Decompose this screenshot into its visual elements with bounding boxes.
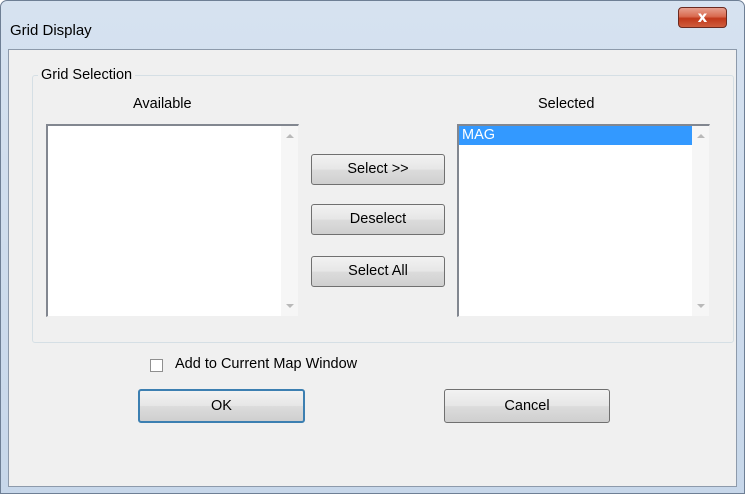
available-scrollbar[interactable]: [281, 126, 298, 316]
deselect-button[interactable]: Deselect: [311, 204, 445, 235]
grid-display-dialog: Grid Display x Grid Selection Available …: [0, 0, 745, 494]
list-item[interactable]: MAG: [459, 126, 692, 145]
scroll-down-icon[interactable]: [286, 304, 294, 308]
cancel-button[interactable]: Cancel: [444, 389, 610, 423]
available-list[interactable]: [46, 124, 299, 317]
select-button[interactable]: Select >>: [311, 154, 445, 185]
scroll-up-icon[interactable]: [697, 134, 705, 138]
ok-button[interactable]: OK: [138, 389, 305, 423]
scroll-up-icon[interactable]: [286, 134, 294, 138]
close-button[interactable]: x: [678, 7, 727, 28]
window-title: Grid Display: [10, 22, 92, 39]
selected-list[interactable]: MAG: [457, 124, 710, 317]
add-to-map-label[interactable]: Add to Current Map Window: [175, 356, 357, 372]
grid-selection-title: Grid Selection: [38, 67, 136, 83]
available-label: Available: [133, 96, 192, 112]
scroll-down-icon[interactable]: [697, 304, 705, 308]
add-to-map-checkbox[interactable]: [150, 359, 163, 372]
select-all-button[interactable]: Select All: [311, 256, 445, 287]
dialog-body: Grid Selection Available Selected Select…: [8, 49, 737, 487]
selected-scrollbar[interactable]: [692, 126, 709, 316]
selected-label: Selected: [538, 96, 595, 112]
